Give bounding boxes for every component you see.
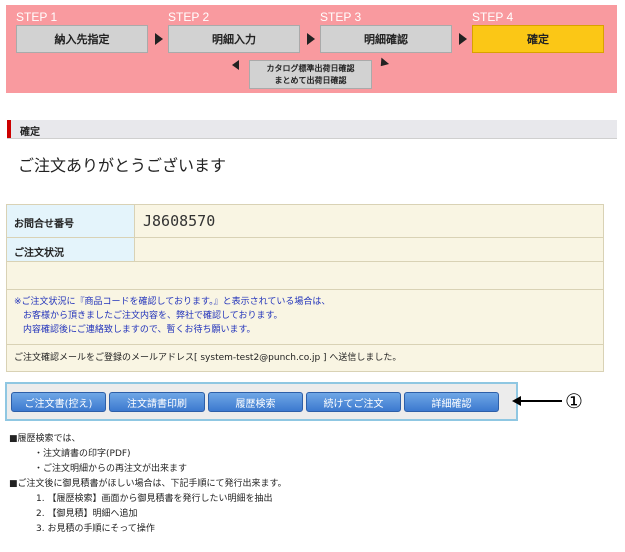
callout-arrow-shaft (520, 400, 562, 402)
catalog-shipping-step: カタログ標準出荷日確認 まとめて出荷日確認 (249, 60, 372, 89)
step-3-box: 明細確認 (320, 25, 452, 53)
mail-sent-message: ご注文確認メールをご登録のメールアドレス[ system-test2@punch… (14, 353, 402, 363)
detail-confirm-button[interactable]: 詳細確認 (404, 392, 499, 412)
notice-line: ※ご注文状況に『商品コードを確認しております。』と表示されている場合は、 (14, 297, 331, 307)
step-1-box: 納入先指定 (16, 25, 148, 53)
catalog-left-arrow-icon (232, 60, 239, 70)
page-title: ご注文ありがとうございます (18, 156, 227, 175)
callout-number: ① (565, 389, 583, 413)
section-marker (7, 120, 11, 138)
action-button-group: ご注文書(控え) 注文請書印刷 履歴検索 続けてご注文 詳細確認 (5, 382, 518, 421)
catalog-step-line1: カタログ標準出荷日確認 (266, 64, 355, 73)
step-arrow-icon (307, 33, 315, 45)
inquiry-number-label: お問合せ番号 (7, 205, 135, 237)
continue-order-button[interactable]: 続けてご注文 (306, 392, 401, 412)
note-line: ■ご注文後に御見積書がほしい場合は、下記手順にて発行出来ます。 (9, 479, 287, 489)
step-progress-panel: STEP 1 STEP 2 STEP 3 STEP 4 納入先指定 明細入力 明… (6, 5, 617, 93)
step-4-number: STEP 4 (472, 10, 514, 24)
table-divider (7, 344, 603, 345)
usage-notes: ■履歴検索では、 ・注文請書の印字(PDF) ・ご注文明細からの再注文が出来ます… (9, 432, 287, 537)
section-divider (7, 138, 617, 139)
notice-line: お客様から頂きましたご注文内容を、弊社で確認しております。 (23, 311, 283, 321)
step-4-box-active: 確定 (472, 25, 604, 53)
inquiry-number-value: J8608570 (143, 212, 216, 230)
note-line: 1. 【履歴検索】画面から御見積書を発行したい明細を抽出 (36, 494, 273, 504)
catalog-right-arrow-icon (376, 57, 390, 70)
order-status-label: ご注文状況 (7, 237, 135, 261)
order-info-table: お問合せ番号 J8608570 ご注文状況 ※ご注文状況に『商品コードを確認して… (6, 204, 604, 372)
note-line: ・注文請書の印字(PDF) (34, 449, 131, 459)
history-search-button[interactable]: 履歴検索 (208, 392, 303, 412)
step-2-box: 明細入力 (168, 25, 300, 53)
notice-line: 内容確認後にご連絡致しますので、暫くお待ち願います。 (23, 325, 256, 335)
step-2-number: STEP 2 (168, 10, 210, 24)
section-header: 確定 (7, 120, 617, 138)
step-arrow-icon (155, 33, 163, 45)
note-line: 3. お見積の手順にそって操作 (36, 524, 155, 534)
step-1-number: STEP 1 (16, 10, 58, 24)
step-3-number: STEP 3 (320, 10, 362, 24)
catalog-step-line2: まとめて出荷日確認 (274, 76, 347, 85)
note-line: ■履歴検索では、 (9, 434, 81, 444)
note-line: 2. 【御見積】明細へ追加 (36, 509, 138, 519)
table-divider (7, 261, 603, 262)
step-arrow-icon (459, 33, 467, 45)
note-line: ・ご注文明細からの再注文が出来ます (34, 464, 188, 474)
print-acknowledgement-button[interactable]: 注文請書印刷 (109, 392, 205, 412)
table-divider (7, 289, 603, 290)
section-title: 確定 (20, 127, 40, 138)
order-copy-button[interactable]: ご注文書(控え) (11, 392, 106, 412)
status-notice: ※ご注文状況に『商品コードを確認しております。』と表示されている場合は、 お客様… (14, 295, 330, 337)
